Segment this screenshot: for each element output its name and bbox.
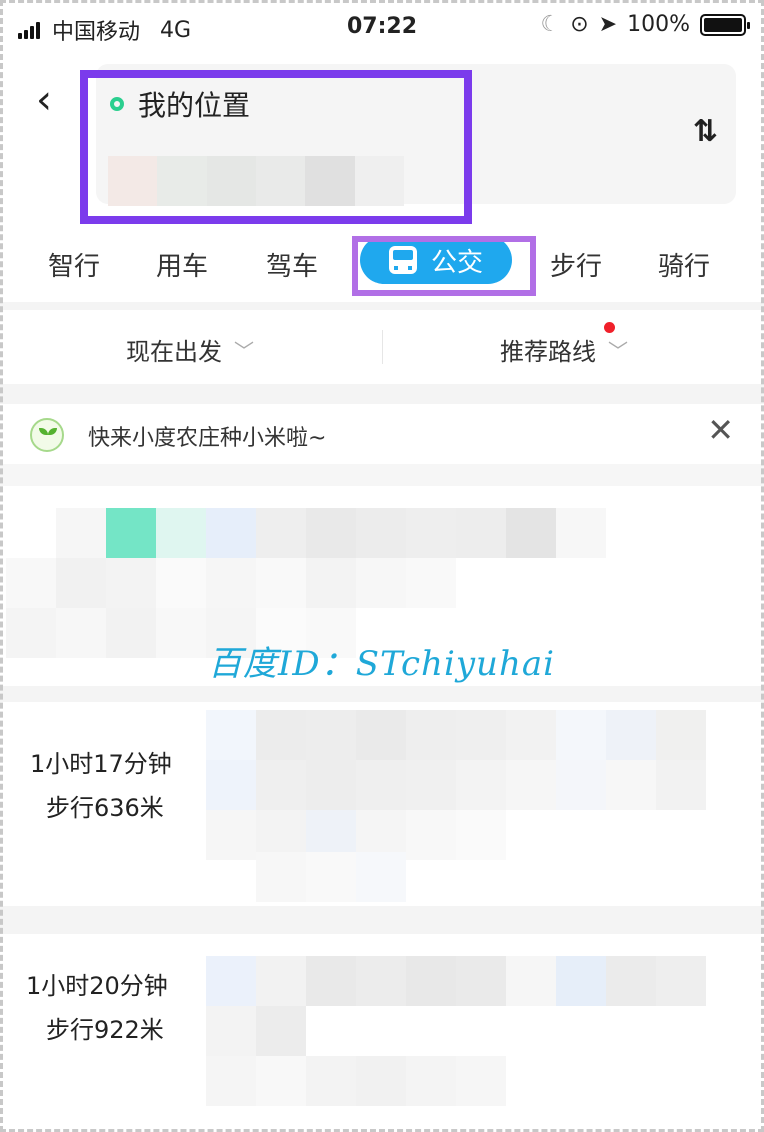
route-option-card[interactable]: 1小时17分钟 步行636米	[0, 702, 764, 906]
moon-icon: ☾	[540, 12, 561, 37]
notification-dot	[604, 322, 615, 333]
tab-bike[interactable]: 骑行	[658, 246, 710, 283]
swap-direction-button[interactable]: ⇅	[693, 114, 718, 149]
status-right: ☾ ⊙ ➤ 100%	[540, 12, 750, 37]
battery-percent: 100%	[627, 12, 690, 37]
route-preference-label: 推荐路线	[500, 338, 596, 366]
route-option-card[interactable]: 1小时20分钟 步行922米	[0, 934, 764, 1132]
divider	[0, 302, 764, 310]
annotation-tab-highlight	[352, 236, 536, 296]
options-separator	[382, 330, 383, 364]
tab-walk[interactable]: 步行	[550, 246, 602, 283]
status-bar: 中国移动 4G 07:22 ☾ ⊙ ➤ 100%	[0, 0, 764, 56]
tab-smart[interactable]: 智行	[48, 246, 100, 283]
watermark-text: 百度ID：STchiyuhai	[208, 644, 555, 684]
tab-drive[interactable]: 驾车	[266, 246, 318, 283]
route-duration: 1小时20分钟	[26, 972, 168, 1000]
banner-text: 快来小度农庄种小米啦~	[88, 426, 327, 451]
sprout-icon	[30, 418, 64, 452]
route-options-bar: 现在出发 ﹀ 推荐路线 ﹀	[0, 310, 764, 384]
route-walk-distance: 步行636米	[46, 794, 164, 822]
divider	[0, 384, 764, 404]
chevron-down-icon: ﹀	[234, 339, 254, 363]
close-banner-button[interactable]: ✕	[707, 414, 734, 446]
depart-time-label: 现在出发	[126, 338, 222, 366]
divider	[0, 686, 764, 702]
tab-taxi[interactable]: 用车	[156, 246, 208, 283]
rotation-lock-icon: ⊙	[570, 12, 589, 37]
promo-banner[interactable]: 快来小度农庄种小米啦~ ✕	[0, 404, 764, 464]
location-arrow-icon: ➤	[598, 12, 618, 37]
back-button[interactable]: ‹	[36, 80, 52, 120]
annotation-highlight-box	[80, 70, 472, 224]
route-walk-distance: 步行922米	[46, 1016, 164, 1044]
divider	[0, 906, 764, 934]
route-duration: 1小时17分钟	[30, 750, 172, 778]
chevron-down-icon: ﹀	[608, 339, 628, 363]
route-preference-dropdown[interactable]: 推荐路线 ﹀	[500, 332, 628, 367]
divider	[0, 464, 764, 486]
battery-icon	[700, 13, 750, 36]
depart-time-dropdown[interactable]: 现在出发 ﹀	[126, 332, 254, 367]
